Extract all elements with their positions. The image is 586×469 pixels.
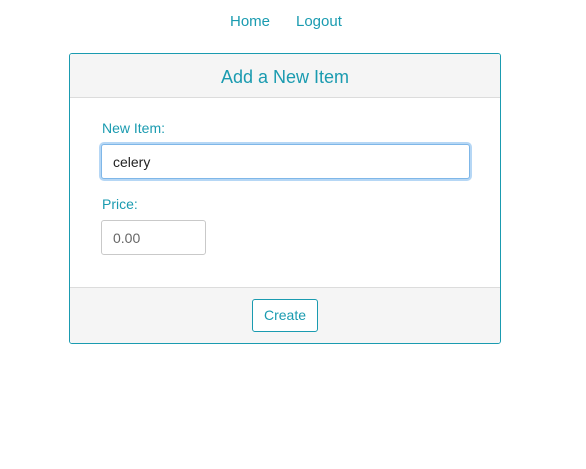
top-navigation: Home Logout (0, 0, 586, 44)
add-item-card: Add a New Item New Item: Price: Create (69, 53, 501, 344)
card-title: Add a New Item (220, 67, 350, 87)
price-label: Price: (102, 196, 138, 212)
card-header: Add a New Item (70, 54, 500, 98)
new-item-label: New Item: (102, 120, 166, 136)
logout-link[interactable]: Logout (296, 13, 342, 31)
new-item-input[interactable] (101, 144, 470, 179)
card-footer: Create (70, 287, 500, 343)
create-button[interactable]: Create (252, 299, 318, 332)
price-input[interactable] (101, 220, 206, 255)
home-link[interactable]: Home (230, 13, 270, 31)
